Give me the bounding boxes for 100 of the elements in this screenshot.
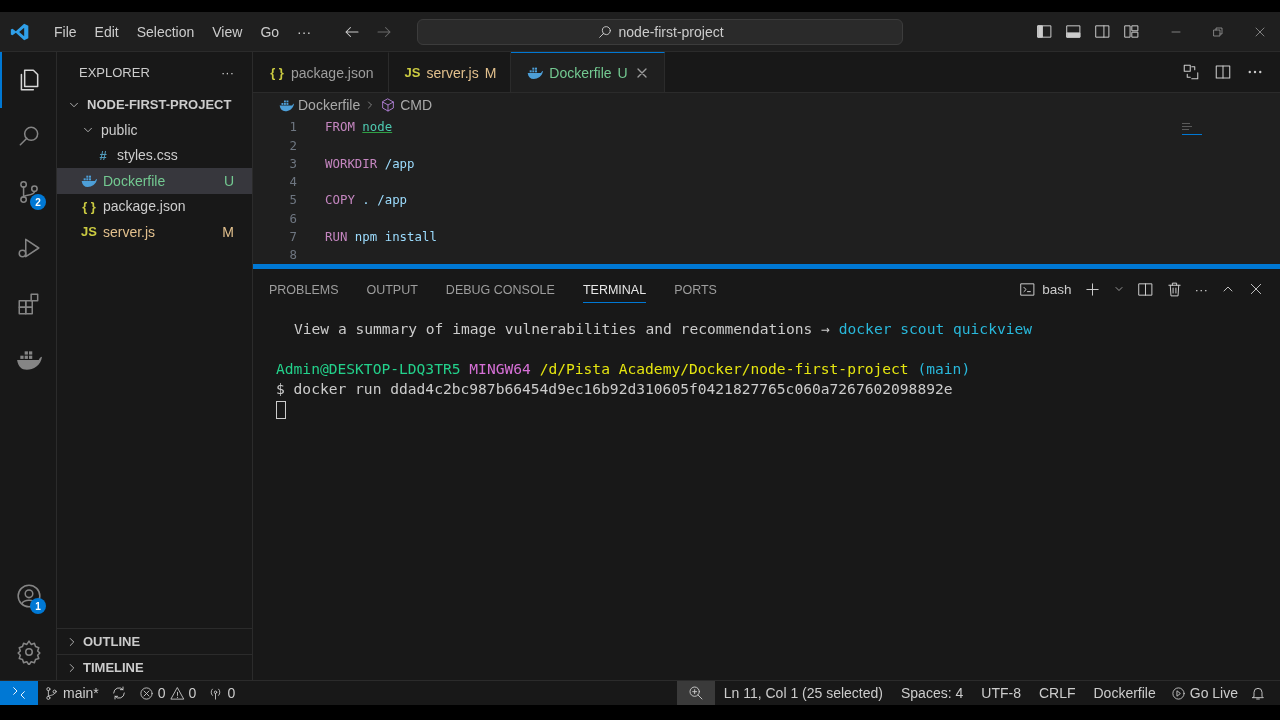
- editor-tab[interactable]: Dockerfile U: [511, 52, 665, 92]
- plus-icon[interactable]: [1083, 280, 1101, 298]
- line-number: 3: [288, 155, 297, 171]
- file-name: Dockerfile: [103, 172, 167, 189]
- minimap-drawing: [1182, 123, 1202, 135]
- collapsed-section[interactable]: OUTLINE: [57, 628, 252, 654]
- git-status: U: [617, 64, 628, 81]
- vscode-logo-icon: [10, 21, 30, 42]
- folder-name: public: [101, 122, 139, 139]
- file-type-icon: #: [95, 147, 111, 163]
- tree-item[interactable]: JS server.js M: [57, 218, 252, 245]
- settings-icon: [16, 639, 42, 665]
- split-layout-icon[interactable]: [1094, 23, 1111, 40]
- close-icon[interactable]: [1254, 25, 1266, 38]
- panel-tab[interactable]: TERMINAL: [582, 275, 647, 303]
- line-number: 7: [288, 229, 297, 245]
- broadcast-icon: [1170, 685, 1186, 701]
- zoom-in-icon: [687, 685, 704, 701]
- tab-label: package.json: [291, 64, 374, 81]
- file-name: package.json: [103, 198, 187, 215]
- menu-item[interactable]: Selection: [128, 19, 203, 44]
- error-icon: [138, 685, 154, 701]
- cube-icon: [380, 97, 397, 114]
- panel-tab[interactable]: PROBLEMS: [269, 275, 339, 303]
- status-item[interactable]: UTF-8: [972, 681, 1030, 705]
- terminal-line: $ docker run ddad4c2bc987b66454d9ec16b92d310605f0421827765c060a7267602098892e: [276, 379, 954, 399]
- zoom-button[interactable]: [676, 681, 715, 705]
- tree-item[interactable]: Dockerfile U: [57, 168, 252, 194]
- remote-icon: [11, 685, 27, 701]
- bell-icon[interactable]: [1250, 685, 1266, 701]
- tree-item[interactable]: # styles.css: [57, 142, 252, 169]
- command-center-search[interactable]: node-first-project: [417, 18, 904, 45]
- line-number: 8: [288, 247, 297, 263]
- go-live-button[interactable]: Go Live: [1164, 681, 1244, 705]
- panel-tab[interactable]: PORTS: [674, 275, 717, 303]
- file-type-icon: JS: [81, 224, 97, 240]
- tree-item[interactable]: { } package.json: [57, 193, 252, 219]
- status-item[interactable]: Dockerfile: [1084, 681, 1165, 705]
- branch-icon: [44, 685, 59, 701]
- activity-tab[interactable]: 2: [0, 164, 56, 220]
- split-terminal-icon[interactable]: [1136, 280, 1154, 298]
- code-line: FROM node: [325, 119, 393, 135]
- panel-tab[interactable]: OUTPUT: [366, 275, 418, 303]
- git-status: U: [223, 172, 234, 189]
- trash-icon[interactable]: [1165, 280, 1183, 298]
- breadcrumb-item[interactable]: Dockerfile: [298, 97, 361, 114]
- sidebar-title: EXPLORER: [79, 64, 150, 80]
- status-item[interactable]: Spaces: 4: [892, 681, 973, 705]
- tab-label: server.js: [426, 64, 479, 81]
- menu-item[interactable]: View: [204, 19, 251, 44]
- code-line: WORKDIR /app: [325, 155, 415, 171]
- terminal-line: Admin@DESKTOP-LDQ3TR5 MINGW64 /d/Pista Academy/Docker/node-first-project (main): [276, 359, 972, 379]
- file-name: styles.css: [117, 147, 179, 164]
- split-editor-icon[interactable]: [1214, 63, 1232, 81]
- ports-button[interactable]: 0: [202, 681, 242, 705]
- status-item[interactable]: Ln 11, Col 1 (25 selected): [714, 681, 892, 705]
- menu-item[interactable]: File: [46, 19, 85, 44]
- menu-item[interactable]: Edit: [86, 19, 127, 44]
- panel-tab[interactable]: DEBUG CONSOLE: [445, 275, 555, 303]
- tree-item[interactable]: public: [57, 117, 252, 143]
- terminal-icon: [1019, 280, 1037, 298]
- activity-tab[interactable]: 1: [0, 568, 56, 624]
- problems-button[interactable]: 0 0: [132, 681, 203, 705]
- sync-icon[interactable]: [110, 685, 127, 701]
- line-number: 1: [288, 119, 297, 135]
- antenna-icon: [208, 685, 224, 701]
- project-name: NODE-FIRST-PROJECT: [87, 97, 233, 113]
- terminal-selector[interactable]: bash: [1019, 280, 1072, 298]
- file-name: server.js: [103, 223, 157, 240]
- layout-grid-icon[interactable]: [1123, 23, 1140, 40]
- tree-item[interactable]: NODE-FIRST-PROJECT: [57, 92, 252, 118]
- git-status: M: [484, 64, 497, 81]
- search-icon: [596, 23, 613, 40]
- account-icon: [16, 583, 42, 609]
- panel-layout-icon[interactable]: [1065, 23, 1082, 40]
- branch-button[interactable]: main*: [38, 681, 105, 705]
- tab-label: Dockerfile: [549, 64, 612, 81]
- restore-icon[interactable]: [1212, 25, 1224, 38]
- terminal-line: View a summary of image vulnerabilities and recommendations → docker scout quickview: [293, 319, 1034, 339]
- line-number: 4: [288, 174, 297, 190]
- status-item[interactable]: CRLF: [1029, 681, 1085, 705]
- file-type-icon: { }: [269, 65, 285, 80]
- warning-icon: [169, 685, 185, 701]
- git-status: M: [222, 223, 234, 240]
- code-line: RUN npm install: [325, 229, 437, 245]
- line-number: 2: [288, 137, 297, 153]
- file-type-icon: { }: [81, 198, 97, 214]
- code-line: COPY . /app: [325, 192, 408, 208]
- line-number: 5: [288, 192, 297, 208]
- more-actions[interactable]: ···: [1194, 281, 1208, 297]
- more-menu[interactable]: ···: [289, 19, 320, 44]
- sidebar-layout-icon[interactable]: [1036, 23, 1053, 40]
- file-type-icon: JS: [404, 65, 421, 80]
- close-icon[interactable]: [1248, 281, 1264, 297]
- count-badge: 2: [30, 194, 46, 210]
- menu-item[interactable]: Go: [252, 19, 288, 44]
- breadcrumb-item[interactable]: CMD: [400, 97, 433, 114]
- count-badge: 1: [30, 598, 46, 614]
- more-actions[interactable]: ···: [221, 64, 234, 80]
- compare-changes-icon[interactable]: [1182, 63, 1200, 81]
